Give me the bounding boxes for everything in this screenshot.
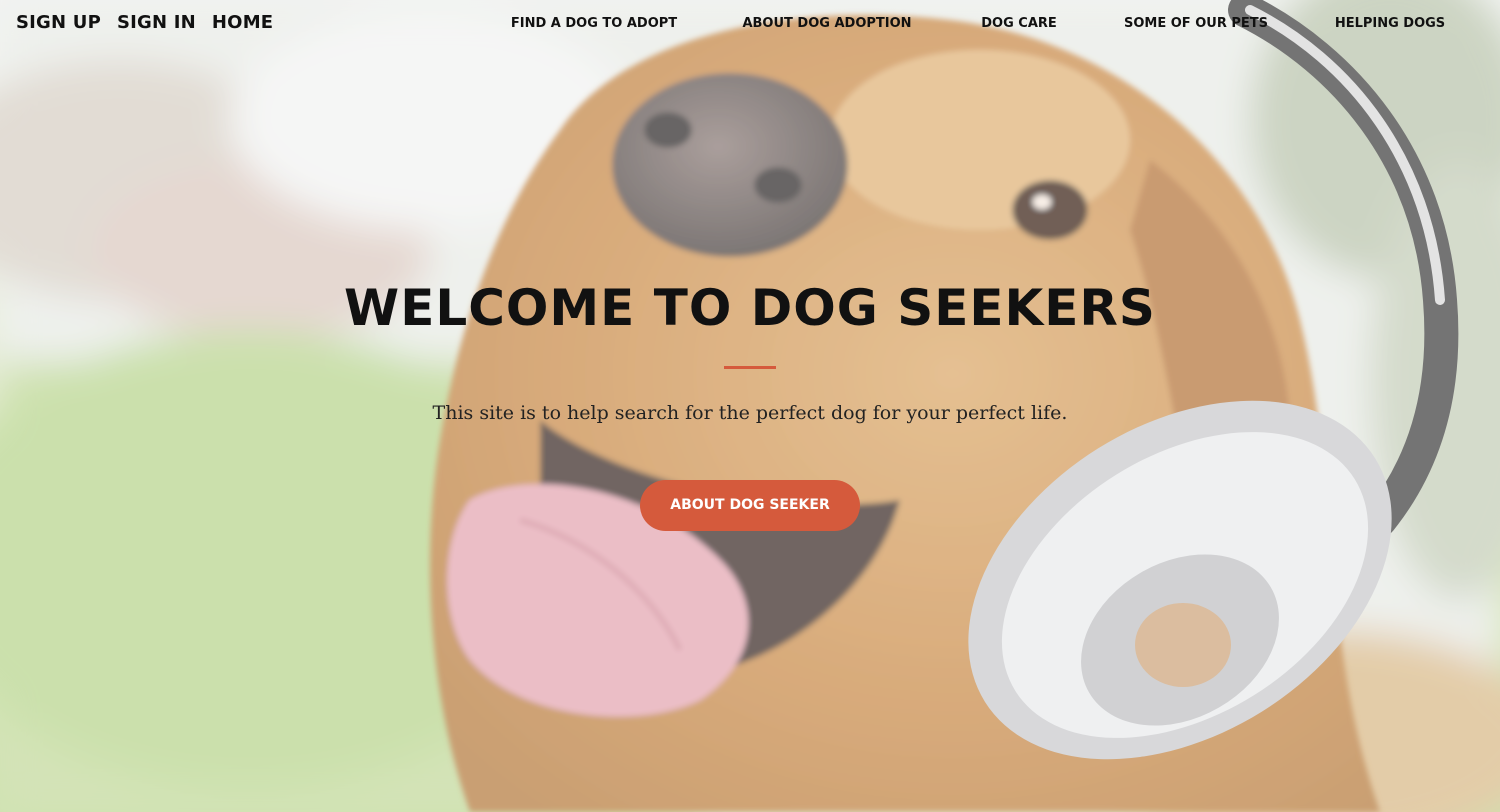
nav-some-of-our-pets[interactable]: SOME OF OUR PETS [1124,16,1268,31]
nav-find-a-dog-to-adopt[interactable]: FIND A DOG TO ADOPT [511,16,677,31]
hero-title: WELCOME TO DOG SEEKERS [344,279,1156,337]
nav-dog-care[interactable]: DOG CARE [981,16,1057,31]
main-navigation: FIND A DOG TO ADOPT ABOUT DOG ADOPTION D… [0,16,1500,36]
nav-helping-dogs[interactable]: HELPING DOGS [1335,16,1445,31]
nav-about-dog-adoption[interactable]: ABOUT DOG ADOPTION [742,16,911,31]
hero-subtitle: This site is to help search for the perf… [432,402,1068,424]
hero-content: WELCOME TO DOG SEEKERS This site is to h… [0,278,1500,531]
hero-divider [724,366,776,369]
hero-section: SIGN UP SIGN IN HOME FIND A DOG TO ADOPT… [0,0,1500,812]
about-dog-seeker-button[interactable]: ABOUT DOG SEEKER [640,480,860,531]
